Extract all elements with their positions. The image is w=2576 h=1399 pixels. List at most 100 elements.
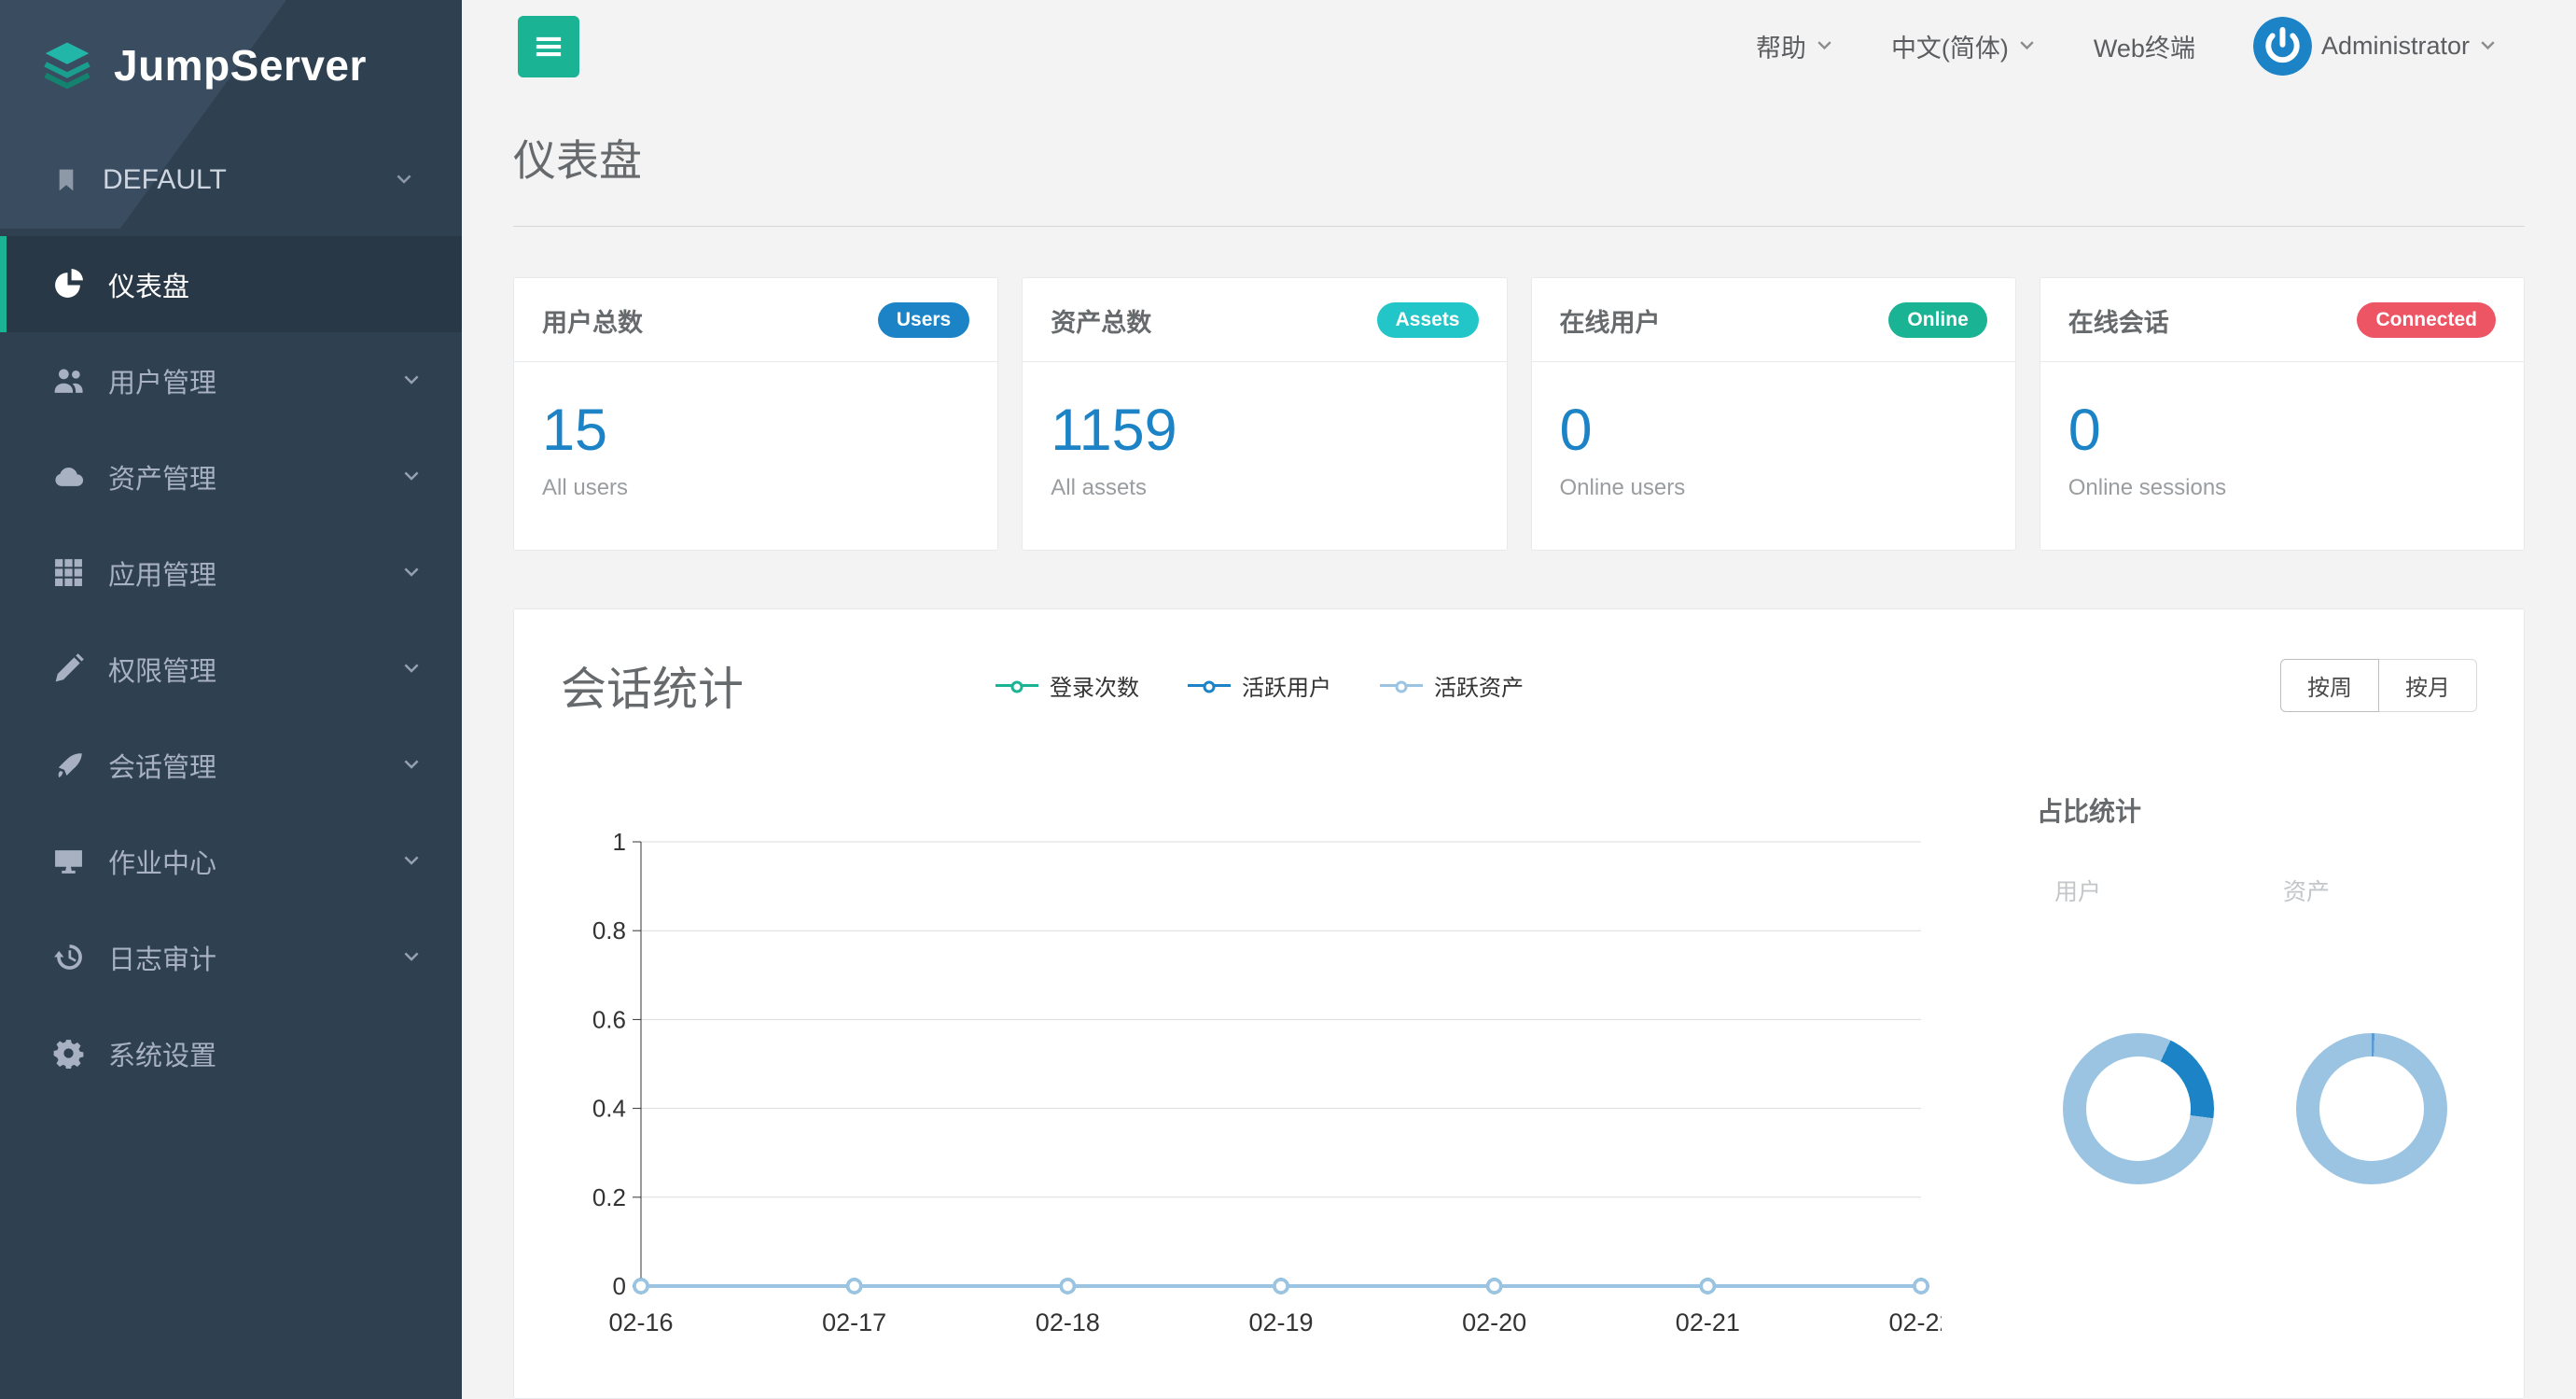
status-badge: Online — [1888, 302, 1986, 338]
chart-legend: 登录次数 活跃用户 活跃资产 — [996, 669, 1524, 702]
chevron-down-icon — [395, 171, 413, 189]
stat-card-users: 用户总数 Users 15 All users — [513, 277, 998, 551]
session-stats-panel: 会话统计 登录次数 活跃用户 活跃资产 — [513, 609, 2525, 1399]
sidebar-item-permissions[interactable]: 权限管理 — [0, 621, 462, 717]
sidebar-item-users[interactable]: 用户管理 — [0, 332, 462, 428]
main-area: 帮助 中文(简体) Web终端 — [462, 0, 2576, 1399]
sidebar-nav: 仪表盘 用户管理 资产管理 应 — [0, 236, 462, 1101]
card-header: 在线会话 Connected — [2040, 278, 2524, 362]
web-terminal-link[interactable]: Web终端 — [2094, 28, 2195, 64]
status-badge: Connected — [2357, 302, 2496, 338]
chevron-down-icon — [402, 371, 421, 390]
user-menu[interactable]: Administrator — [2253, 17, 2497, 76]
sidebar-item-label: 仪表盘 — [108, 265, 189, 304]
org-selector[interactable]: DEFAULT — [0, 131, 462, 229]
page-title: 仪表盘 — [513, 127, 2525, 189]
chevron-down-icon — [402, 852, 421, 871]
svg-text:02-18: 02-18 — [1036, 1308, 1100, 1336]
sidebar-item-assets[interactable]: 资产管理 — [0, 428, 462, 525]
legend-marker — [1380, 684, 1423, 687]
card-value[interactable]: 0 — [1560, 401, 1987, 460]
sidebar-item-settings[interactable]: 系统设置 — [0, 1005, 462, 1101]
card-body: 0 Online users — [1532, 362, 2015, 501]
svg-text:0.8: 0.8 — [592, 916, 626, 944]
svg-text:02-17: 02-17 — [822, 1308, 886, 1336]
card-header: 在线用户 Online — [1532, 278, 2015, 362]
help-label: 帮助 — [1756, 28, 1806, 64]
org-name: DEFAULT — [103, 164, 227, 196]
card-subtitle: Online users — [1560, 475, 1987, 501]
ratio-label-assets: 资产 — [2283, 874, 2330, 907]
card-subtitle: Online sessions — [2068, 475, 2496, 501]
edit-icon — [53, 653, 84, 684]
users-donut-chart — [2063, 1033, 2214, 1184]
svg-text:02-21: 02-21 — [1676, 1308, 1740, 1336]
jumpserver-logo-icon — [41, 39, 93, 91]
card-value[interactable]: 1159 — [1051, 401, 1478, 460]
web-terminal-label: Web终端 — [2094, 28, 2195, 64]
card-header: 用户总数 Users — [514, 278, 997, 362]
help-menu[interactable]: 帮助 — [1756, 28, 1833, 64]
chevron-down-icon — [402, 756, 421, 775]
ratio-title: 占比统计 — [2037, 791, 2477, 829]
topbar-right: 帮助 中文(简体) Web终端 — [1756, 17, 2497, 76]
card-title: 在线用户 — [1560, 302, 1661, 339]
card-value[interactable]: 15 — [542, 401, 969, 460]
panel-header: 会话统计 登录次数 活跃用户 活跃资产 — [514, 609, 2524, 719]
sidebar-item-jobs[interactable]: 作业中心 — [0, 813, 462, 909]
donut-row — [2029, 1033, 2477, 1184]
avatar — [2253, 17, 2312, 76]
chevron-down-icon — [402, 948, 421, 967]
card-value[interactable]: 0 — [2068, 401, 2496, 460]
stat-card-online-users: 在线用户 Online 0 Online users — [1531, 277, 2016, 551]
dashboard-icon — [53, 269, 84, 300]
month-button[interactable]: 按月 — [2378, 659, 2477, 712]
legend-label: 活跃资产 — [1434, 669, 1524, 702]
users-icon — [53, 365, 84, 396]
assets-donut-chart — [2296, 1033, 2447, 1184]
sidebar-item-dashboard[interactable]: 仪表盘 — [0, 236, 462, 332]
desktop-icon — [53, 846, 84, 876]
sidebar-item-label: 用户管理 — [108, 361, 216, 400]
sidebar-item-label: 系统设置 — [108, 1034, 216, 1073]
legend-item-active-assets[interactable]: 活跃资产 — [1380, 669, 1524, 702]
language-menu[interactable]: 中文(简体) — [1891, 28, 2036, 64]
card-header: 资产总数 Assets — [1023, 278, 1506, 362]
legend-item-logins[interactable]: 登录次数 — [996, 669, 1139, 702]
session-line-chart: 00.20.40.60.8102-1602-1702-1802-1902-200… — [561, 769, 1960, 1348]
status-badge: Assets — [1377, 302, 1479, 338]
brand-name: JumpServer — [114, 40, 367, 91]
svg-text:0: 0 — [613, 1272, 626, 1300]
chevron-down-icon — [2479, 37, 2497, 55]
svg-text:02-20: 02-20 — [1462, 1308, 1526, 1336]
week-button[interactable]: 按周 — [2280, 659, 2379, 712]
card-title: 在线会话 — [2068, 302, 2169, 339]
card-title: 资产总数 — [1051, 302, 1151, 339]
rocket-icon — [53, 749, 84, 780]
sidebar-item-label: 日志审计 — [108, 938, 216, 977]
legend-item-active-users[interactable]: 活跃用户 — [1188, 669, 1331, 702]
app-window: JumpServer DEFAULT 仪表盘 — [0, 0, 2576, 1399]
sidebar-item-label: 会话管理 — [108, 746, 216, 785]
card-body: 1159 All assets — [1023, 362, 1506, 501]
hamburger-icon — [535, 33, 563, 61]
history-icon — [53, 942, 84, 972]
svg-text:02-22: 02-22 — [1888, 1308, 1942, 1336]
range-button-group: 按周 按月 — [2280, 659, 2477, 712]
legend-label: 活跃用户 — [1242, 669, 1331, 702]
chevron-down-icon — [1816, 37, 1833, 55]
sidebar-item-apps[interactable]: 应用管理 — [0, 525, 462, 621]
sidebar: JumpServer DEFAULT 仪表盘 — [0, 0, 462, 1399]
sidebar-toggle-button[interactable] — [518, 16, 579, 77]
ratio-label-users: 用户 — [2054, 874, 2283, 907]
svg-text:0.6: 0.6 — [592, 1005, 626, 1033]
sidebar-item-label: 资产管理 — [108, 457, 216, 497]
sidebar-item-audit[interactable]: 日志审计 — [0, 909, 462, 1005]
sidebar-item-sessions[interactable]: 会话管理 — [0, 717, 462, 813]
sidebar-item-label: 权限管理 — [108, 650, 216, 689]
stat-cards-row: 用户总数 Users 15 All users 资产总数 Assets 1159… — [513, 277, 2525, 551]
sidebar-top: JumpServer DEFAULT — [0, 0, 462, 229]
cloud-icon — [53, 461, 84, 492]
ratio-stats: 占比统计 用户 资产 — [2029, 719, 2477, 1348]
card-body: 0 Online sessions — [2040, 362, 2524, 501]
